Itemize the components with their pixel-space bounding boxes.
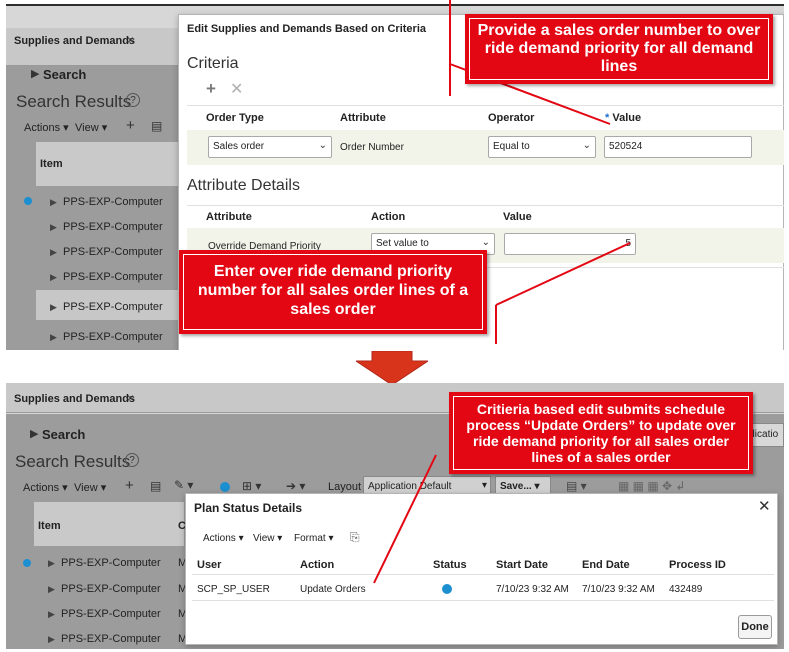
edit-pencil-icon[interactable]: ✎ ▾: [174, 478, 193, 492]
dialog-title: Plan Status Details: [194, 501, 303, 515]
help-icon[interactable]: ?: [125, 453, 139, 467]
format-menu[interactable]: Format ▾: [294, 533, 333, 544]
actions-menu[interactable]: Actions ▾: [23, 481, 68, 494]
col-status: Status: [433, 559, 467, 571]
item-column-header[interactable]: Item: [38, 520, 61, 532]
col-process-id: Process ID: [669, 559, 726, 571]
table-icon[interactable]: ▤: [150, 479, 161, 493]
col-user: User: [197, 559, 222, 571]
col-action: Action: [300, 559, 335, 571]
close-icon[interactable]: ×: [127, 391, 134, 405]
callout-sales-order: Provide a sales order number to over rid…: [465, 14, 773, 84]
add-icon[interactable]: +: [125, 477, 134, 494]
callout-text: Enter over ride demand priority number f…: [197, 263, 469, 318]
process-id-cell: 432489: [669, 584, 703, 595]
callout-text: Critieria based edit submits schedule pr…: [466, 401, 736, 465]
toolbar-icon[interactable]: ▤ ▾: [566, 479, 587, 493]
go-arrow-icon[interactable]: ➔ ▾: [286, 479, 305, 493]
expand-triangle-icon[interactable]: ▶: [30, 427, 38, 440]
start-date-cell: 7/10/23 9:32 AM: [496, 584, 569, 595]
divider: [192, 574, 774, 575]
end-date-cell: 7/10/23 9:32 AM: [582, 584, 655, 595]
plan-status-dialog: Plan Status Details ✕ Actions ▾ View ▾ F…: [185, 493, 778, 645]
clock-icon: [442, 584, 452, 594]
search-results-title: Search Results: [15, 452, 131, 471]
action-cell: Update Orders: [300, 584, 366, 595]
grid-settings-icon[interactable]: ⊞ ▾: [242, 479, 261, 493]
layout-label: Layout: [328, 481, 362, 493]
callout-priority: Enter over ride demand priority number f…: [179, 250, 487, 334]
down-arrow-icon: [356, 351, 428, 385]
detach-icon[interactable]: ⎘: [350, 530, 360, 545]
search-section-label[interactable]: Search: [42, 427, 85, 442]
table-row[interactable]: ▶ PPS-EXP-Computer M: [48, 583, 187, 595]
view-menu[interactable]: View ▾: [253, 533, 282, 544]
connector-line: [495, 242, 631, 306]
status-dot-icon: [23, 559, 31, 567]
done-button[interactable]: Done: [738, 615, 772, 639]
col-end-date: End Date: [582, 559, 630, 571]
table-row[interactable]: ▶ PPS-EXP-Computer M: [48, 633, 187, 645]
table-row[interactable]: ▶ PPS-EXP-Computer M: [48, 557, 187, 569]
callout-update-orders: Critieria based edit submits schedule pr…: [449, 392, 753, 474]
view-menu[interactable]: View ▾: [74, 481, 106, 494]
actions-menu[interactable]: Actions ▾: [203, 533, 244, 544]
tab-supplies-demands[interactable]: Supplies and Demands: [14, 393, 135, 405]
user-cell: SCP_SP_USER: [197, 584, 270, 595]
divider: [192, 600, 774, 601]
clock-icon[interactable]: [220, 482, 230, 492]
table-row[interactable]: ▶ PPS-EXP-Computer M: [48, 608, 187, 620]
grid-header: Item C: [34, 502, 186, 546]
col-start-date: Start Date: [496, 559, 548, 571]
close-icon[interactable]: ✕: [758, 497, 771, 515]
callout-text: Provide a sales order number to over rid…: [477, 22, 761, 75]
toolbar-icon[interactable]: ▦ ▦ ▦ ✥ ↲: [618, 479, 685, 493]
